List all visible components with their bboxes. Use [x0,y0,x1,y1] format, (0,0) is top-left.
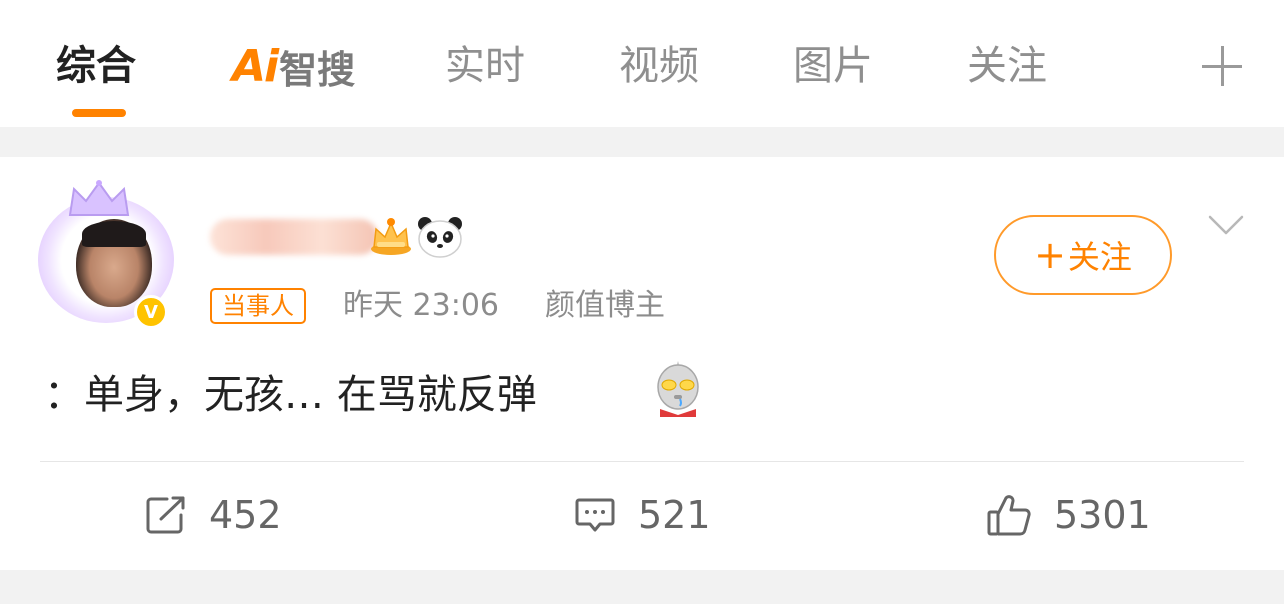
tab-realtime[interactable]: 实时 [445,38,525,94]
repost-button[interactable]: 452 [145,491,282,539]
active-tab-indicator [72,109,126,117]
plus-icon[interactable] [1202,46,1242,86]
ai-search-label: 智搜 [279,47,356,92]
ultraman-emoji-icon [657,361,699,417]
panda-icon [418,217,462,258]
avatar-crown-icon [68,180,130,216]
like-button[interactable]: 5301 [986,491,1151,539]
tab-comprehensive[interactable]: 综合 [56,38,136,94]
follow-plus-icon: + [1034,233,1066,277]
follow-button[interactable]: + 关注 [994,215,1172,295]
comment-count: 521 [638,493,711,537]
author-category: 颜值博主 [545,288,665,323]
like-count: 5301 [1054,493,1151,537]
crown-icon [371,218,411,255]
comment-button[interactable]: 521 [574,491,711,539]
thumbs-up-icon [987,495,1031,536]
username-blurred[interactable] [210,219,378,255]
post-text[interactable]: ：单身，无孩… 在骂就反弹 [44,367,537,423]
avatar[interactable]: V [34,175,182,329]
channel-tab-bar: 综合 Ai 智搜 实时 视频 图片 关注 [0,0,1284,127]
role-tag: 当事人 [210,288,306,324]
tab-video[interactable]: 视频 [619,38,699,94]
avatar-hair [82,221,146,247]
post-card: V 当事人 昨天 23:06 颜值博主 + 关注 ：单身，无孩… 在骂就反弹 4… [0,157,1284,570]
card-divider [40,461,1244,462]
comment-icon [575,498,615,532]
chevron-down-icon[interactable] [1208,213,1244,237]
follow-button-label: 关注 [1067,238,1132,276]
repost-icon [146,496,185,534]
tab-ai-search[interactable]: Ai 智搜 [232,38,355,94]
post-timestamp: 昨天 23:06 [343,288,499,323]
tab-images[interactable]: 图片 [793,38,873,94]
ai-logo-mark: Ai [232,40,279,92]
repost-count: 452 [209,493,282,537]
tab-following[interactable]: 关注 [967,38,1047,94]
verified-badge-icon: V [134,295,168,329]
